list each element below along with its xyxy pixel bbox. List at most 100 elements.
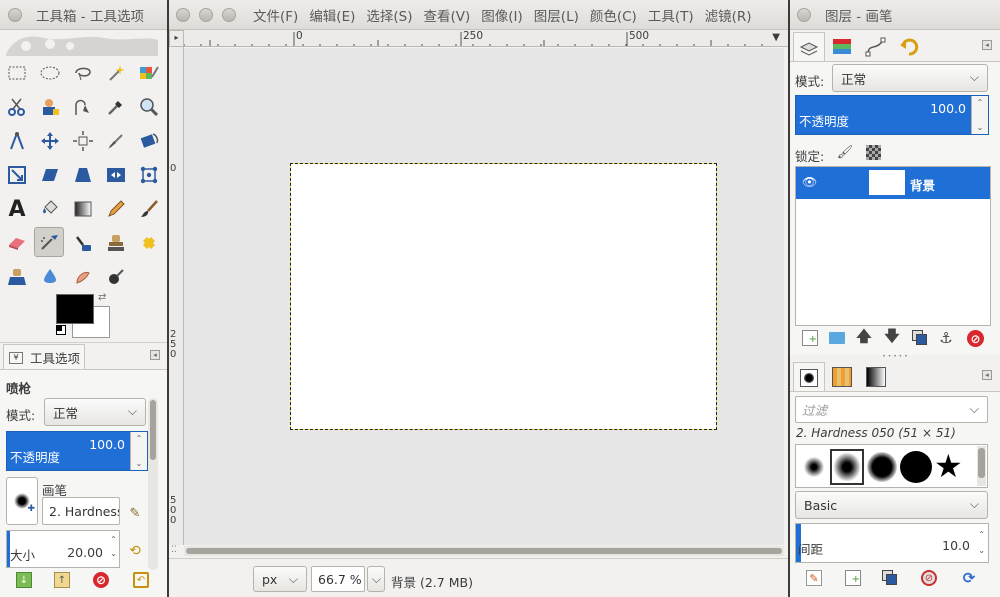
cage-transform-icon[interactable] <box>134 160 164 190</box>
spin-arrows-icon[interactable]: ⌃ ⌄ <box>971 96 988 134</box>
rotate-icon[interactable] <box>134 126 164 156</box>
image-canvas[interactable] <box>290 163 717 430</box>
menu-filters[interactable]: 滤镜(R) <box>705 5 752 25</box>
rect-select-icon[interactable] <box>2 58 32 88</box>
scale-icon[interactable] <box>2 160 32 190</box>
gradient-icon[interactable] <box>68 194 98 224</box>
zoom-dropdown[interactable]: ⌵ <box>367 566 385 592</box>
layer-row[interactable]: 👁 背景 <box>796 167 990 199</box>
perspective-icon[interactable] <box>68 160 98 190</box>
ruler-corner[interactable]: ▸ <box>169 30 184 47</box>
new-layer-icon[interactable]: + <box>802 330 818 346</box>
spin-arrows-icon[interactable]: ⌃ ⌄ <box>978 527 985 559</box>
delete-layer-icon[interactable]: ⊘ <box>967 330 984 347</box>
configure-tab-icon[interactable]: ◂ <box>982 40 992 50</box>
duplicate-layer-icon[interactable] <box>912 330 928 346</box>
measure-icon[interactable] <box>2 126 32 156</box>
dodge-burn-icon[interactable] <box>101 262 131 292</box>
size-spinner[interactable]: 大小 20.00 ⌃ ⌄ <box>6 530 120 568</box>
tab-patterns[interactable] <box>827 364 857 390</box>
new-brush-icon[interactable]: + <box>845 570 861 586</box>
ink-icon[interactable] <box>68 228 98 258</box>
layer-mode-combo[interactable]: 正常 ⌵ <box>832 64 988 92</box>
duplicate-brush-icon[interactable] <box>882 570 898 586</box>
eye-icon[interactable]: 👁 <box>802 175 817 189</box>
lower-layer-icon[interactable]: 🡇 <box>884 327 900 346</box>
opacity-spinner[interactable]: 不透明度 100.0 ⌃ ⌄ <box>6 431 148 471</box>
spacing-spinner[interactable]: 间距 10.0 ⌃ ⌄ <box>795 523 989 563</box>
airbrush-icon[interactable] <box>34 227 64 257</box>
chevron-down-icon[interactable]: ⌵ <box>970 401 979 417</box>
reset-options-icon[interactable]: ↶ <box>133 572 149 588</box>
eraser-icon[interactable] <box>2 228 32 258</box>
lock-alpha-icon[interactable] <box>866 145 881 160</box>
menu-colors[interactable]: 颜色(C) <box>590 5 637 25</box>
menu-tools[interactable]: 工具(T) <box>648 5 694 25</box>
brush-swatch[interactable] <box>802 455 826 479</box>
new-layer-group-icon[interactable] <box>829 332 845 344</box>
brush-preview[interactable]: ✚ <box>6 477 38 525</box>
brush-grid-scrollbar[interactable] <box>977 446 986 486</box>
bucket-fill-icon[interactable] <box>35 194 65 224</box>
navigate-arrow-icon[interactable]: ▼ <box>772 32 780 43</box>
edit-brush-icon[interactable]: ✎ <box>126 504 144 522</box>
color-picker-icon[interactable] <box>101 92 131 122</box>
foreground-color-swatch[interactable] <box>56 294 94 324</box>
tab-paths[interactable] <box>861 34 891 60</box>
paths-icon[interactable] <box>68 92 98 122</box>
reset-size-icon[interactable]: ⟲ <box>126 542 144 560</box>
scissors-icon[interactable] <box>2 92 32 122</box>
tab-layers[interactable] <box>793 32 825 62</box>
brush-name-field[interactable]: 2. Hardness 0 <box>42 497 120 525</box>
brush-swatch[interactable] <box>900 451 932 483</box>
unit-combo[interactable]: px ⌵ <box>253 566 307 592</box>
close-window-button[interactable] <box>8 7 22 22</box>
anchor-layer-icon[interactable]: ⚓ <box>938 329 954 347</box>
brush-preset-combo[interactable]: Basic ⌵ <box>795 491 988 519</box>
tab-channels[interactable] <box>827 34 857 60</box>
paintbrush-icon[interactable] <box>134 194 164 224</box>
select-by-color-icon[interactable] <box>134 58 164 88</box>
lasso-icon[interactable] <box>68 58 98 88</box>
menu-layer[interactable]: 图层(L) <box>534 5 579 25</box>
delete-brush-icon[interactable]: ⊘ <box>921 570 937 586</box>
delete-options-icon[interactable]: ⊘ <box>93 572 109 588</box>
tab-undo[interactable] <box>895 34 925 60</box>
flip-icon[interactable] <box>101 160 131 190</box>
minimize-window-button[interactable] <box>199 7 213 22</box>
swap-colors-icon[interactable]: ⇄ <box>98 292 106 303</box>
brush-swatch-selected[interactable] <box>830 449 864 485</box>
configure-tab-icon[interactable]: ◂ <box>150 350 160 360</box>
menu-image[interactable]: 图像(I) <box>481 5 523 25</box>
menu-view[interactable]: 查看(V) <box>424 5 471 25</box>
clone-icon[interactable] <box>101 228 131 258</box>
save-options-icon[interactable]: ↓ <box>16 572 32 588</box>
canvas-area[interactable] <box>184 48 784 545</box>
menu-file[interactable]: 文件(F) <box>253 5 298 25</box>
zoom-icon[interactable] <box>134 92 164 122</box>
move-icon[interactable] <box>35 126 65 156</box>
close-window-button[interactable] <box>797 7 811 22</box>
restore-options-icon[interactable]: ↑ <box>54 572 70 588</box>
heal-icon[interactable] <box>134 228 164 258</box>
options-scrollbar[interactable] <box>148 398 158 570</box>
perspective-clone-icon[interactable] <box>2 262 32 292</box>
tool-options-tab[interactable]: ¥ 工具选项 <box>3 344 85 370</box>
smudge-icon[interactable] <box>68 262 98 292</box>
pencil-icon[interactable] <box>101 194 131 224</box>
tab-brushes[interactable] <box>793 362 825 392</box>
horizontal-scrollbar[interactable] <box>184 546 784 556</box>
spin-arrows-icon[interactable]: ⌃ ⌄ <box>110 533 117 561</box>
configure-tab-icon[interactable]: ◂ <box>982 370 992 380</box>
fuzzy-select-icon[interactable] <box>101 58 131 88</box>
mode-combo[interactable]: 正常 ⌵ <box>44 398 146 426</box>
crop-icon[interactable] <box>101 126 131 156</box>
blur-icon[interactable] <box>35 262 65 292</box>
refresh-brushes-icon[interactable]: ⟳ <box>961 569 977 587</box>
pane-divider[interactable]: • • • • • <box>790 354 1000 360</box>
brush-swatch-star[interactable]: ★ <box>934 447 963 485</box>
menu-edit[interactable]: 编辑(E) <box>309 5 355 25</box>
layer-opacity-spinner[interactable]: 不透明度 100.0 ⌃ ⌄ <box>795 95 989 135</box>
menu-select[interactable]: 选择(S) <box>366 5 412 25</box>
brush-filter-field[interactable]: 过滤 ⌵ <box>795 396 988 423</box>
